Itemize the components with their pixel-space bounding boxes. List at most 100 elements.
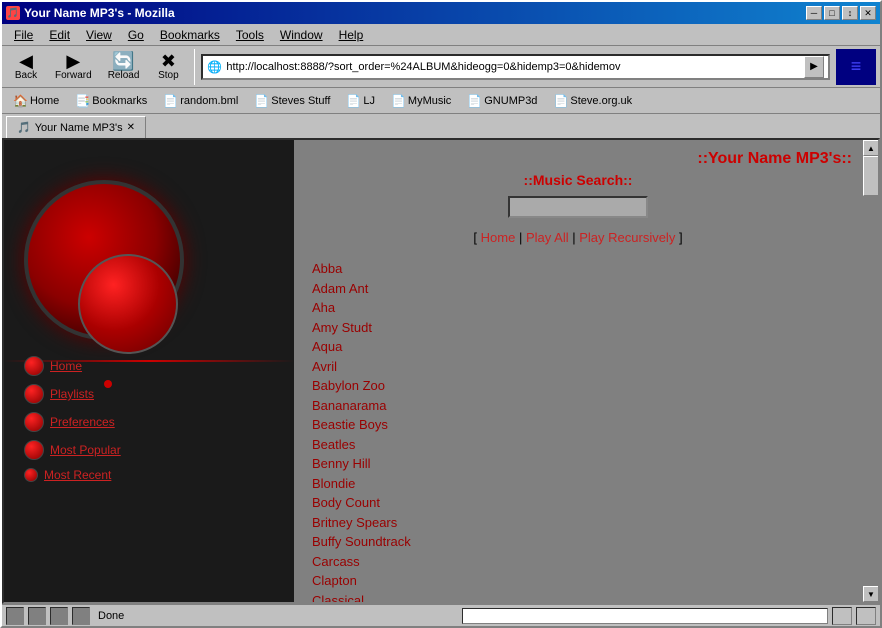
steves-icon: 📄 <box>254 94 269 108</box>
nav-most-recent-label[interactable]: Most Recent <box>44 468 111 482</box>
artist-link[interactable]: Classical <box>312 591 844 603</box>
search-input[interactable] <box>508 196 648 218</box>
nav-home[interactable]: Home <box>24 356 121 376</box>
nav-home-label[interactable]: Home <box>50 359 82 373</box>
bookmark-mymusic-label: MyMusic <box>408 95 451 107</box>
artist-link[interactable]: Britney Spears <box>312 513 844 533</box>
nav-preferences-label[interactable]: Preferences <box>50 415 115 429</box>
random-icon: 📄 <box>163 94 178 108</box>
forward-button[interactable]: ▶ Forward <box>48 49 99 84</box>
nav-links: [ Home | Play All | Play Recursively ] <box>304 230 852 245</box>
bookmark-steves-label: Steves Stuff <box>271 95 330 107</box>
artist-link[interactable]: Blondie <box>312 474 844 494</box>
maximize-button[interactable]: □ <box>824 6 840 20</box>
nav-most-popular[interactable]: Most Popular <box>24 440 121 460</box>
status-text: Done <box>98 610 462 622</box>
status-icon-4 <box>72 607 90 625</box>
scroll-track[interactable] <box>863 156 878 586</box>
title-bar-left: 🎵 Your Name MP3's - Mozilla <box>6 6 175 20</box>
nav-preferences[interactable]: Preferences <box>24 412 121 432</box>
stop-button[interactable]: ✖ Stop <box>148 49 188 84</box>
artist-link[interactable]: Beastie Boys <box>312 415 844 435</box>
restore-button[interactable]: ↕ <box>842 6 858 20</box>
menu-bookmarks[interactable]: Bookmarks <box>152 26 228 44</box>
window-title: Your Name MP3's - Mozilla <box>24 6 175 20</box>
scroll-thumb[interactable] <box>863 156 879 196</box>
artist-link[interactable]: Adam Ant <box>312 279 844 299</box>
nav-dot-playlists <box>24 384 44 404</box>
play-all-link[interactable]: Play All <box>526 230 569 245</box>
mp3-page: Home Playlists Preferences Most Pop <box>4 140 862 602</box>
bookmark-steve-org[interactable]: 📄 Steve.org.uk <box>546 91 639 111</box>
window-icon: 🎵 <box>6 6 20 20</box>
mymusic-icon: 📄 <box>391 94 406 108</box>
play-recursively-link[interactable]: Play Recursively <box>579 230 675 245</box>
status-bar: Done <box>2 604 880 626</box>
status-icons <box>6 607 90 625</box>
page-icon: 🌐 <box>207 60 222 74</box>
lj-icon: 📄 <box>346 94 361 108</box>
back-label: Back <box>15 70 37 81</box>
artist-link[interactable]: Benny Hill <box>312 454 844 474</box>
artist-link[interactable]: Abba <box>312 259 844 279</box>
menu-file[interactable]: File <box>6 26 41 44</box>
artist-link[interactable]: Clapton <box>312 571 844 591</box>
bookmarks-icon: 📑 <box>75 94 90 108</box>
bookmark-home[interactable]: 🏠 Home <box>6 91 66 111</box>
scroll-up-button[interactable]: ▲ <box>863 140 879 156</box>
tab-close-button[interactable]: ✕ <box>127 122 135 133</box>
close-button[interactable]: ✕ <box>860 6 876 20</box>
bookmark-mymusic[interactable]: 📄 MyMusic <box>384 91 458 111</box>
back-button[interactable]: ◀ Back <box>6 49 46 84</box>
artist-link[interactable]: Avril <box>312 357 844 377</box>
nav-most-popular-label[interactable]: Most Popular <box>50 443 121 457</box>
bookmark-gnump3d[interactable]: 📄 GNUMP3d <box>460 91 544 111</box>
artist-link[interactable]: Buffy Soundtrack <box>312 532 844 552</box>
bookmark-random-label: random.bml <box>180 95 238 107</box>
gnump3d-icon: 📄 <box>467 94 482 108</box>
window-controls: ─ □ ↕ ✕ <box>806 6 876 20</box>
menu-help[interactable]: Help <box>331 26 372 44</box>
status-progress <box>462 608 828 624</box>
go-button[interactable]: ▶ <box>804 56 824 78</box>
address-input[interactable] <box>226 61 804 73</box>
artist-link[interactable]: Babylon Zoo <box>312 376 844 396</box>
reload-label: Reload <box>108 70 140 81</box>
menu-tools[interactable]: Tools <box>228 26 272 44</box>
bracket-close: ] <box>679 230 683 245</box>
bookmark-steves[interactable]: 📄 Steves Stuff <box>247 91 337 111</box>
menu-go[interactable]: Go <box>120 26 152 44</box>
status-icon-3 <box>50 607 68 625</box>
home-link[interactable]: Home <box>481 230 516 245</box>
nav-most-recent[interactable]: Most Recent <box>24 468 121 482</box>
tab-mp3s[interactable]: 🎵 Your Name MP3's ✕ <box>6 116 146 138</box>
artist-link[interactable]: Body Count <box>312 493 844 513</box>
throbber-icon: ≡ <box>851 56 862 77</box>
status-indicator-2 <box>856 607 876 625</box>
menu-edit[interactable]: Edit <box>41 26 78 44</box>
menu-view[interactable]: View <box>78 26 120 44</box>
sidebar-nav: Home Playlists Preferences Most Pop <box>24 356 121 482</box>
toolbar-separator <box>194 49 195 85</box>
nav-playlists[interactable]: Playlists <box>24 384 121 404</box>
bookmark-home-label: Home <box>30 95 59 107</box>
menu-window[interactable]: Window <box>272 26 331 44</box>
artist-link[interactable]: Aqua <box>312 337 844 357</box>
artist-link[interactable]: Aha <box>312 298 844 318</box>
bookmark-bookmarks[interactable]: 📑 Bookmarks <box>68 91 154 111</box>
bookmark-steve-org-label: Steve.org.uk <box>570 95 632 107</box>
bookmark-random[interactable]: 📄 random.bml <box>156 91 245 111</box>
status-icon-1 <box>6 607 24 625</box>
artist-link[interactable]: Beatles <box>312 435 844 455</box>
minimize-button[interactable]: ─ <box>806 6 822 20</box>
artist-link[interactable]: Amy Studt <box>312 318 844 338</box>
reload-button[interactable]: 🔄 Reload <box>101 49 147 84</box>
address-bar: 🌐 ▶ <box>201 54 830 80</box>
nav-dot-recent <box>24 468 38 482</box>
nav-playlists-label[interactable]: Playlists <box>50 387 94 401</box>
scroll-down-button[interactable]: ▼ <box>863 586 879 602</box>
bookmark-lj[interactable]: 📄 LJ <box>339 91 382 111</box>
artist-link[interactable]: Carcass <box>312 552 844 572</box>
sep1: | <box>519 230 526 245</box>
artist-link[interactable]: Bananarama <box>312 396 844 416</box>
